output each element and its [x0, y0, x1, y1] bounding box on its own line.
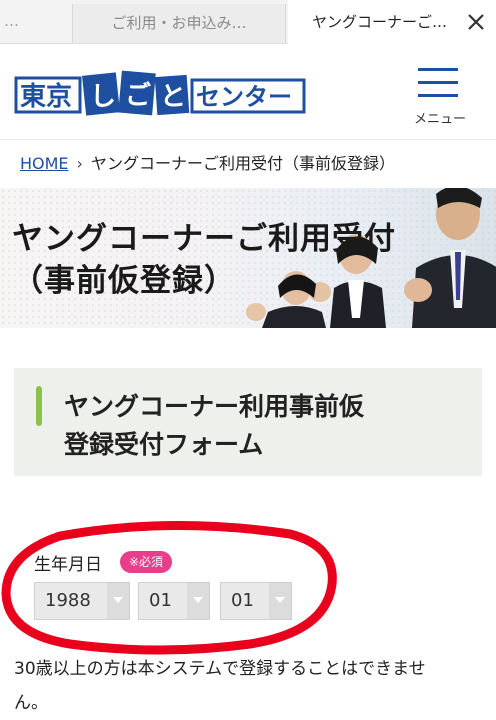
age-notice-line1: 30歳以上の方は本システムで登録することはできませ	[14, 659, 426, 679]
form-title-line1: ヤングコーナー利用事前仮	[64, 392, 365, 421]
chevron-down-icon	[269, 583, 291, 619]
dob-label: 生年月日	[34, 555, 102, 575]
tab-previous-fragment[interactable]: …	[0, 0, 72, 43]
breadcrumb-current: ヤングコーナーご利用受付（事前仮登録）	[90, 154, 395, 173]
hero-title: ヤングコーナーご利用受付 （事前仮登録）	[12, 218, 396, 302]
svg-text:し: し	[90, 82, 116, 112]
close-icon[interactable]	[462, 8, 490, 36]
dob-year-value: 1988	[45, 590, 91, 611]
form-title-box: ヤングコーナー利用事前仮 登録受付フォーム	[14, 368, 482, 476]
required-badge: ※必須	[120, 551, 173, 573]
chevron-down-icon	[107, 583, 129, 619]
svg-text:ご: ご	[125, 80, 151, 111]
site-logo[interactable]: 東京 し ご と センター	[14, 68, 308, 120]
tab-young-corner[interactable]: ヤングコーナーご…	[288, 0, 496, 44]
dob-month-value: 01	[149, 590, 172, 611]
breadcrumb: HOME › ヤングコーナーご利用受付（事前仮登録）	[20, 150, 395, 178]
dob-day-value: 01	[231, 590, 254, 611]
tab-young-corner-label: ヤングコーナーご…	[312, 13, 448, 31]
svg-text:センター: センター	[196, 83, 292, 111]
site-header: 東京 し ご と センター メニュー	[0, 44, 496, 140]
form-title-line2: 登録受付フォーム	[64, 430, 264, 459]
form-title-accent	[36, 386, 42, 426]
svg-text:東京: 東京	[20, 81, 72, 112]
hero-title-line1: ヤングコーナーご利用受付	[12, 221, 396, 257]
dob-month-select[interactable]: 01	[138, 582, 210, 620]
chevron-down-icon	[187, 583, 209, 619]
tab-service-application[interactable]: ご利用・お申込み…	[72, 4, 286, 43]
hero-title-line2: （事前仮登録）	[12, 263, 236, 299]
breadcrumb-home-link[interactable]: HOME	[20, 154, 69, 173]
hamburger-icon	[418, 68, 458, 71]
chevron-right-icon: ›	[76, 154, 83, 173]
svg-text:と: と	[160, 82, 186, 112]
age-notice: 30歳以上の方は本システムで登録することはできませ ん。	[14, 652, 484, 720]
menu-button[interactable]: メニュー	[414, 64, 470, 128]
menu-label: メニュー	[413, 112, 466, 127]
dob-year-select[interactable]: 1988	[34, 582, 130, 620]
dob-day-select[interactable]: 01	[220, 582, 292, 620]
age-notice-line2: ん。	[14, 693, 48, 713]
hero-banner: ヤングコーナーご利用受付 （事前仮登録）	[0, 188, 496, 328]
browser-tab-bar: … ご利用・お申込み… ヤングコーナーご…	[0, 0, 496, 44]
form-title: ヤングコーナー利用事前仮 登録受付フォーム	[64, 388, 364, 464]
